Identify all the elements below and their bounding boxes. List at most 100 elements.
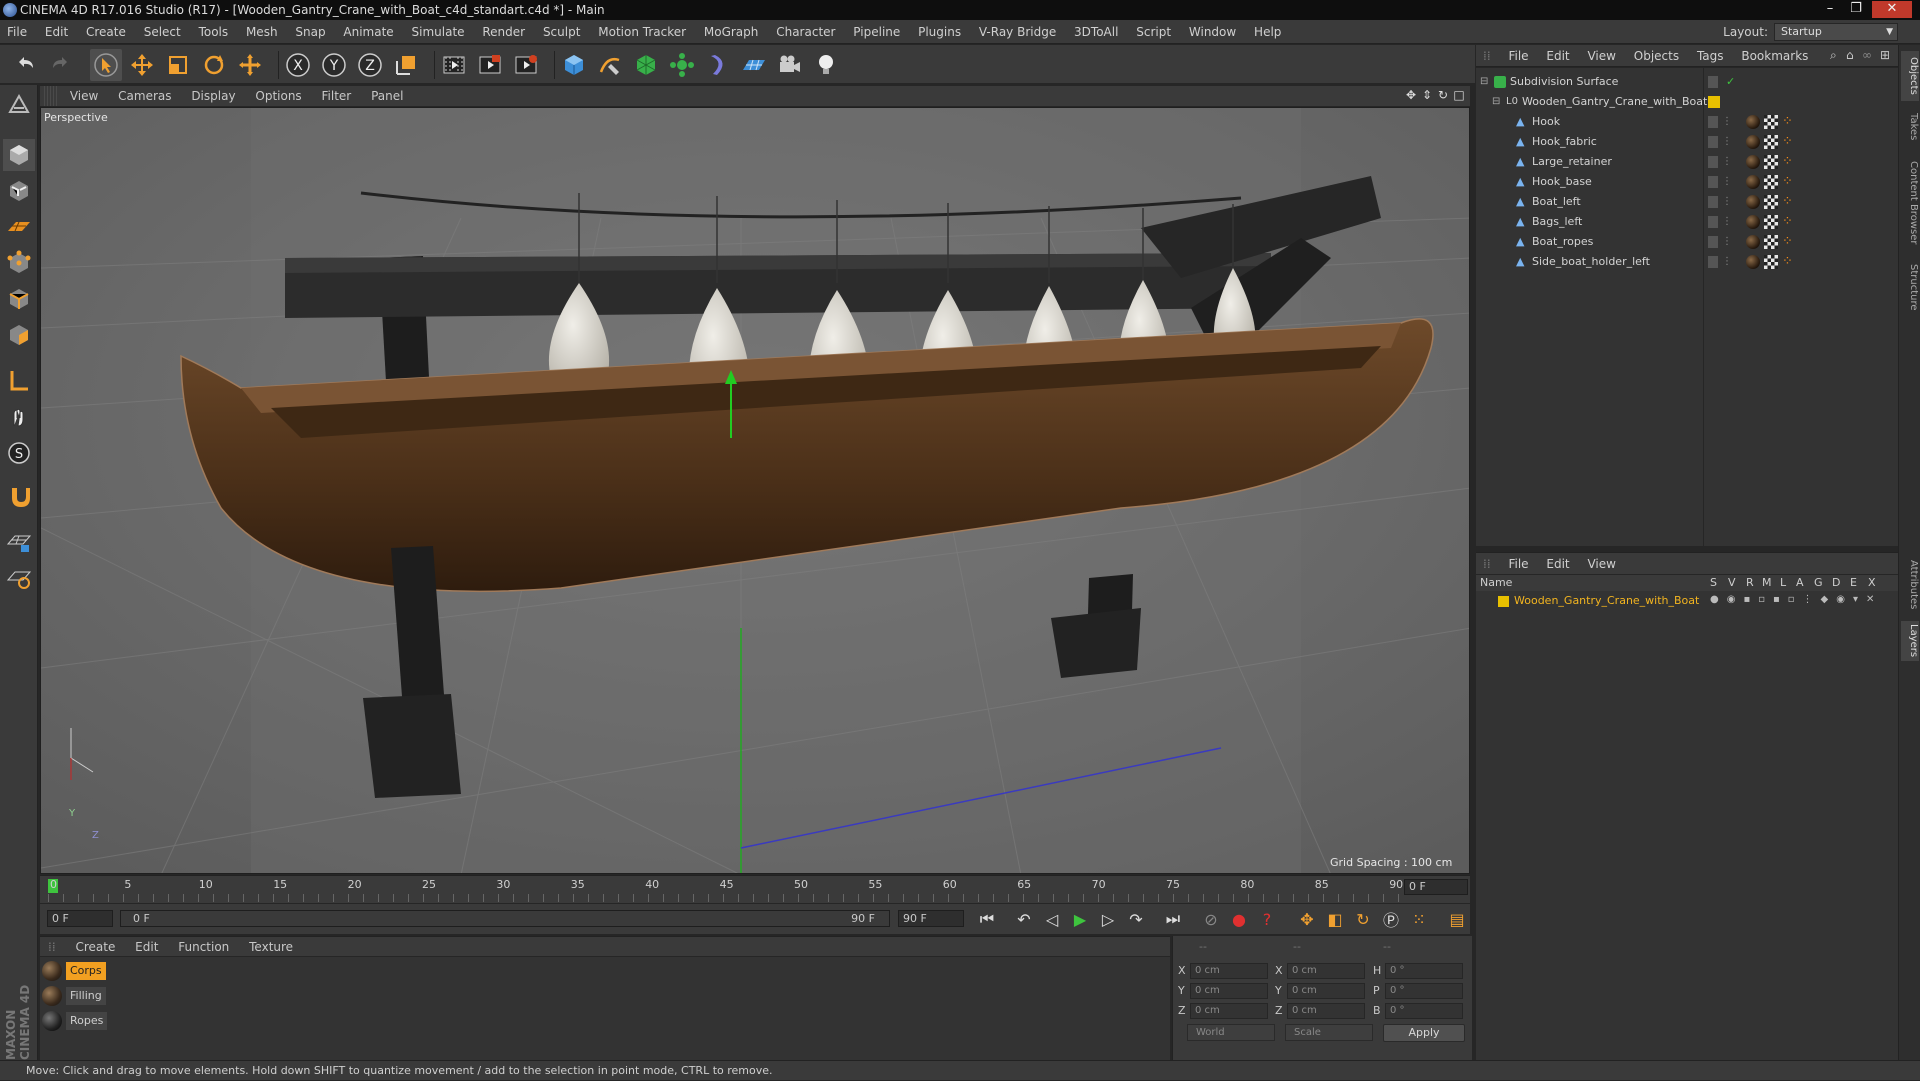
phong-tag-icon[interactable]: ⁘ [1782, 255, 1796, 269]
search-icon[interactable]: ⌕ [1830, 48, 1837, 63]
edit-render-settings-button[interactable] [510, 49, 542, 81]
tab-objects[interactable]: Objects [1901, 51, 1919, 101]
undo-button[interactable] [10, 49, 42, 81]
tab-structure[interactable]: Structure [1901, 259, 1919, 315]
material-menu-create[interactable]: Create [67, 937, 123, 957]
end-frame-field[interactable]: 90 F [898, 910, 964, 927]
phong-tag-icon[interactable]: ⁘ [1782, 195, 1796, 209]
editor-visibility-icon[interactable] [1708, 176, 1718, 188]
material-menu-edit[interactable]: Edit [127, 937, 166, 957]
menu-animate[interactable]: Animate [336, 20, 400, 44]
add-array-button[interactable] [666, 49, 698, 81]
add-deformer-button[interactable] [702, 49, 734, 81]
minimize-button[interactable]: – [1818, 1, 1842, 18]
object-menu-view[interactable]: View [1580, 45, 1622, 67]
live-selection-button[interactable] [234, 49, 266, 81]
maximize-button[interactable]: ❐ [1844, 1, 1868, 18]
editor-visibility-icon[interactable] [1708, 116, 1718, 128]
record-keys-button[interactable]: ● [1226, 906, 1252, 932]
column-xref[interactable]: X [1868, 575, 1876, 591]
play-button[interactable]: ▶ [1067, 906, 1093, 932]
editor-visibility-icon[interactable] [1708, 156, 1718, 168]
make-editable-button[interactable] [3, 89, 35, 121]
enabled-check-icon[interactable]: ✓ [1726, 72, 1735, 92]
column-generators[interactable]: G [1814, 575, 1823, 591]
rot-b-field[interactable]: 0 ° [1385, 1003, 1463, 1019]
x-axis-button[interactable]: X [282, 49, 314, 81]
model-mode-button[interactable] [3, 139, 35, 171]
material-menu-texture[interactable]: Texture [241, 937, 301, 957]
material-menu-function[interactable]: Function [170, 937, 237, 957]
layout-dropdown[interactable]: Startup ▼ [1774, 23, 1898, 41]
axis-mode-button[interactable] [3, 365, 35, 397]
material-tag-icon[interactable] [1746, 255, 1760, 269]
column-deformers[interactable]: D [1832, 575, 1840, 591]
menu-edit[interactable]: Edit [38, 20, 75, 44]
editor-visibility-icon[interactable] [1708, 216, 1718, 228]
tab-takes[interactable]: Takes [1901, 107, 1919, 147]
menu-mograph[interactable]: MoGraph [697, 20, 766, 44]
menu-vray-bridge[interactable]: V-Ray Bridge [972, 20, 1063, 44]
orbit-view-icon[interactable]: ↻ [1436, 88, 1450, 102]
render-visibility-icon[interactable]: ⋮ [1722, 232, 1732, 252]
grid-lock-button[interactable] [3, 525, 35, 557]
menu-create[interactable]: Create [79, 20, 133, 44]
pos-y-field[interactable]: 0 cm [1190, 983, 1268, 999]
object-menu-file[interactable]: File [1501, 45, 1535, 67]
tab-layers[interactable]: Layers [1901, 621, 1919, 661]
texture-tag-icon[interactable] [1764, 175, 1778, 189]
menu-3dtoall[interactable]: 3DToAll [1067, 20, 1125, 44]
go-to-start-button[interactable]: ⏮ [974, 906, 1000, 932]
phong-tag-icon[interactable]: ⁘ [1782, 175, 1796, 189]
phong-tag-icon[interactable]: ⁘ [1782, 235, 1796, 249]
column-render[interactable]: R [1746, 575, 1754, 591]
material-tag-icon[interactable] [1746, 175, 1760, 189]
render-view-button[interactable] [438, 49, 470, 81]
workplane-mode-button[interactable] [3, 211, 35, 243]
viewport-menu-options[interactable]: Options [247, 86, 309, 106]
render-picture-viewer-button[interactable] [474, 49, 506, 81]
magnet-button[interactable] [3, 481, 35, 513]
redo-button[interactable] [44, 49, 76, 81]
material-tag-icon[interactable] [1746, 115, 1760, 129]
layer-menu-edit[interactable]: Edit [1539, 553, 1576, 575]
timeline-window-button[interactable]: ▤ [1444, 906, 1470, 932]
scale-tool-button[interactable] [162, 49, 194, 81]
rot-p-field[interactable]: 0 ° [1385, 983, 1463, 999]
z-axis-button[interactable]: Z [354, 49, 386, 81]
start-frame-field[interactable]: 0 F [47, 910, 113, 927]
object-row[interactable]: ▲ Hook_base ⋮ ⁘ [1476, 172, 1898, 192]
texture-mode-button[interactable] [3, 175, 35, 207]
key-rotation-button[interactable]: ↻ [1350, 906, 1376, 932]
close-button[interactable]: ✕ [1872, 1, 1912, 18]
menu-pipeline[interactable]: Pipeline [846, 20, 907, 44]
go-to-end-button[interactable]: ⏭ [1160, 906, 1186, 932]
menu-window[interactable]: Window [1182, 20, 1243, 44]
texture-tag-icon[interactable] [1764, 155, 1778, 169]
snap-button[interactable]: S [3, 437, 35, 469]
layer-color-swatch[interactable] [1498, 596, 1509, 607]
object-menu-objects[interactable]: Objects [1627, 45, 1686, 67]
column-expressions[interactable]: E [1850, 575, 1857, 591]
previous-frame-button[interactable]: ◁ [1039, 906, 1065, 932]
editor-visibility-icon[interactable] [1708, 196, 1718, 208]
menu-select[interactable]: Select [137, 20, 188, 44]
points-mode-button[interactable] [3, 247, 35, 279]
coordinate-system-button[interactable] [390, 49, 422, 81]
layer-menu-file[interactable]: File [1501, 553, 1535, 575]
pos-x-field[interactable]: 0 cm [1190, 963, 1268, 979]
menu-snap[interactable]: Snap [288, 20, 332, 44]
menu-character[interactable]: Character [769, 20, 842, 44]
object-menu-tags[interactable]: Tags [1690, 45, 1731, 67]
pos-z-field[interactable]: 0 cm [1190, 1003, 1268, 1019]
add-floor-button[interactable] [738, 49, 770, 81]
key-position-button[interactable]: ✥ [1294, 906, 1320, 932]
viewport-menu-view[interactable]: View [62, 86, 106, 106]
size-y-field[interactable]: 0 cm [1287, 983, 1365, 999]
menu-script[interactable]: Script [1129, 20, 1178, 44]
add-cube-button[interactable] [558, 49, 590, 81]
texture-tag-icon[interactable] [1764, 235, 1778, 249]
add-spline-button[interactable] [594, 49, 626, 81]
y-axis-button[interactable]: Y [318, 49, 350, 81]
viewport-menu-filter[interactable]: Filter [314, 86, 360, 106]
